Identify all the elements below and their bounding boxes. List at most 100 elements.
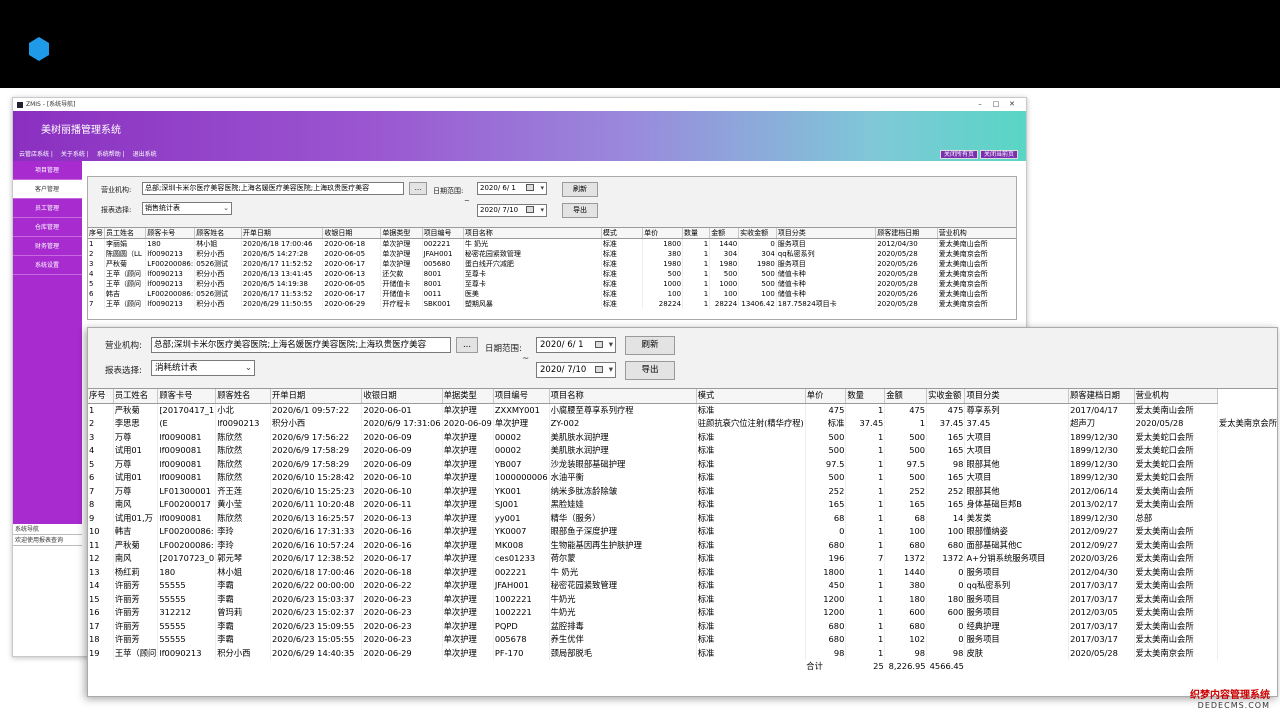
table-row[interactable]: 6 韩吉 LF00200086: 0526测试 2020/6/17 11:53:52 20… [88, 289, 1016, 299]
report-select[interactable]: 消耗统计表 ⌄ [151, 360, 255, 376]
menu-exit[interactable]: 退出系统 [133, 151, 157, 158]
column-header[interactable]: 开单日期 [270, 389, 363, 404]
maximize-icon[interactable]: □ [988, 98, 1004, 111]
column-header[interactable]: 数量 [845, 389, 886, 404]
column-header[interactable]: 模式 [601, 228, 644, 239]
minimize-icon[interactable]: – [972, 98, 988, 111]
column-header[interactable]: 顾客卡号 [157, 389, 217, 404]
org-browse-button[interactable]: ... [456, 337, 478, 353]
table-row[interactable]: 2 李思思 (E lf0090213 积分小西 2020/6/9 17:31:06 2020… [88, 417, 1277, 431]
table-row[interactable]: 11 严秋菊 LF00200086: 李玲 2020/6/16 10:57:24 2020… [88, 538, 1277, 552]
table-row[interactable]: 3 严秋菊 LF00200086: 0526测试 2020/6/17 11:52:52 2… [88, 259, 1016, 269]
sidebar-item-settings[interactable]: 系统设置 [13, 256, 82, 275]
table-cell: 500 [642, 269, 684, 279]
table-row[interactable]: 2 陈圆圆（LL lf0090213 积分小西 2020/6/5 14:27:28 202… [88, 249, 1016, 259]
sidebar-item-finance[interactable]: 财务管理 [13, 237, 82, 256]
column-header[interactable]: 顾客建档日期 [875, 228, 938, 239]
table-row[interactable]: 6 试用01 lf0090081 陈欣然 2020/6/10 15:28:42 2020-… [88, 471, 1277, 485]
report-select-label: 报表选择: [105, 366, 142, 376]
column-header[interactable]: 单价 [642, 228, 684, 239]
table-row[interactable]: 1 严秋菊 [20170417_1 小北 2020/6/1 09:57:22 2020-0… [88, 403, 1277, 417]
column-header[interactable]: 营业机构 [1134, 389, 1218, 404]
close-all-pages-button[interactable]: 关闭所有页 [939, 150, 978, 159]
column-header[interactable]: 顾客建档日期 [1068, 389, 1135, 404]
table-cell: 积分小西 [194, 249, 242, 259]
report-select[interactable]: 销售统计表 ⌄ [142, 202, 232, 215]
column-header[interactable]: 项目编号 [493, 389, 550, 404]
table-cell: 2020-06-01 [361, 403, 443, 417]
column-header[interactable]: 员工姓名 [113, 389, 159, 404]
table-row[interactable]: 15 许丽芳 55555 李霸 2020/6/23 15:03:37 2020-06-23… [88, 592, 1277, 606]
table-row[interactable]: 16 许丽芳 312212 曾玛莉 2020/6/23 15:02:37 2020-06-… [88, 606, 1277, 620]
column-header[interactable]: 项目分类 [776, 228, 877, 239]
export-button[interactable]: 导出 [562, 203, 598, 218]
table-cell: 美肌肤水润护理 [549, 444, 697, 458]
menu-help[interactable]: 系统帮助 [97, 151, 121, 158]
date-from-picker[interactable]: 2020/ 6/ 1 ▾ [536, 337, 616, 353]
sidebar-item-staff[interactable]: 员工管理 [13, 199, 82, 218]
column-header[interactable]: 项目名称 [549, 389, 697, 404]
org-browse-button[interactable]: ... [409, 182, 427, 195]
close-current-page-button[interactable]: 关闭当前页 [979, 150, 1018, 159]
export-button[interactable]: 导出 [625, 361, 675, 380]
column-header[interactable]: 模式 [696, 389, 806, 404]
column-header[interactable]: 收银日期 [361, 389, 443, 404]
column-header[interactable]: 顾客卡号 [145, 228, 196, 239]
table-row[interactable]: 1 李丽娟 180 林小姐 2020/6/18 17:00:46 2020-06-18 单次… [88, 238, 1016, 249]
table-row[interactable]: 13 杨红莉 180 林小姐 2020/6/18 17:00:46 2020-06-18 单… [88, 565, 1277, 579]
column-header[interactable]: 顾客姓名 [194, 228, 242, 239]
column-header[interactable]: 单据类型 [380, 228, 423, 239]
table-cell: 005680 [422, 259, 464, 269]
date-from-picker[interactable]: 2020/ 6/ 1 ▾ [477, 182, 547, 195]
column-header[interactable]: 项目分类 [964, 389, 1070, 404]
org-field[interactable]: 总部;深圳卡米尔医疗美容医院;上海名媛医疗美容医院;上海玖贵医疗美容 [142, 182, 404, 195]
column-header[interactable]: 实收金额 [738, 228, 777, 239]
table-cell: MK008 [493, 538, 550, 552]
column-header[interactable]: 顾客姓名 [215, 389, 271, 404]
table-row[interactable]: 14 许丽芳 55555 李霸 2020/6/22 00:00:00 2020-06-22… [88, 579, 1277, 593]
column-header[interactable]: 实收金额 [926, 389, 966, 404]
column-header[interactable]: 营业机构 [937, 228, 1016, 239]
table-row[interactable]: 17 许丽芳 55555 李霸 2020/6/23 15:09:55 2020-06-23… [88, 619, 1277, 633]
column-header[interactable]: 项目编号 [422, 228, 464, 239]
menu-about[interactable]: 关于系统 [61, 151, 85, 158]
close-icon[interactable]: ✕ [1004, 98, 1020, 111]
column-header[interactable]: 员工姓名 [104, 228, 147, 239]
nav-tab-label[interactable]: 系统导航 [13, 524, 82, 535]
table-row[interactable]: 10 韩吉 LF00200086: 李玲 2020/6/16 17:31:33 2020-… [88, 525, 1277, 539]
column-header[interactable]: 序号 [88, 389, 114, 404]
sidebar-item-customers[interactable]: 客户管理 [13, 180, 82, 199]
sidebar-item-projects[interactable]: 项目管理 [13, 161, 82, 180]
sidebar-item-warehouse[interactable]: 仓库管理 [13, 218, 82, 237]
table-cell: 单次护理 [380, 259, 423, 269]
refresh-button[interactable]: 刷新 [625, 336, 675, 355]
column-header[interactable]: 开单日期 [241, 228, 324, 239]
table-row[interactable]: 7 王苹（顾问 lf0090213 积分小西 2020/6/29 11:50:55 202… [88, 299, 1016, 309]
column-header[interactable]: 数量 [682, 228, 711, 239]
date-to-picker[interactable]: 2020/ 7/10 ▾ [477, 204, 547, 217]
table-row[interactable]: 3 万尊 lf0090081 陈欣然 2020/6/9 17:56:22 2020-06-… [88, 430, 1277, 444]
table-row[interactable]: 19 王苹（顾问 lf0090213 积分小西 2020/6/29 14:40:35 20… [88, 646, 1277, 660]
report-select-value: 消耗统计表 [155, 363, 198, 373]
column-header[interactable]: 金额 [709, 228, 740, 239]
column-header[interactable]: 单据类型 [442, 389, 494, 404]
table-row[interactable]: 5 万尊 lf0090081 陈欣然 2020/6/9 17:58:29 2020-06-… [88, 457, 1277, 471]
table-row[interactable]: 5 王苹（顾问 lf0090213 积分小西 2020/6/5 14:19:38 2020… [88, 279, 1016, 289]
table-row[interactable]: 4 王苹（顾问 lf0090213 积分小西 2020/6/13 13:41:45 202… [88, 269, 1016, 279]
table-row[interactable]: 18 许丽芳 55555 李霸 2020/6/23 15:05:55 2020-06-23… [88, 633, 1277, 647]
table-row[interactable]: 12 南风 [20170723_0 郭元琴 2020/6/17 12:38:52 2020… [88, 552, 1277, 566]
table-cell: qq私密系列 [964, 579, 1070, 593]
date-to-picker[interactable]: 2020/ 7/10 ▾ [536, 362, 616, 378]
menu-store-system[interactable]: 云管店系统 [19, 151, 49, 158]
column-header[interactable]: 金额 [884, 389, 928, 404]
column-header[interactable]: 项目名称 [463, 228, 602, 239]
table-row[interactable]: 4 试用01 lf0090081 陈欣然 2020/6/9 17:58:29 2020-0… [88, 444, 1277, 458]
table-row[interactable]: 8 南风 LF00200017 黄小莹 2020/6/11 10:20:48 2020-0… [88, 498, 1277, 512]
table-row[interactable]: 9 试用01,万 lf0090081 陈欣然 2020/6/13 16:25:57 202… [88, 511, 1277, 525]
org-field[interactable]: 总部;深圳卡米尔医疗美容医院;上海名媛医疗美容医院;上海玖贵医疗美容 [151, 337, 451, 353]
column-header[interactable]: 序号 [88, 228, 105, 239]
refresh-button[interactable]: 刷新 [562, 182, 598, 197]
column-header[interactable]: 单价 [805, 389, 847, 404]
column-header[interactable]: 收银日期 [322, 228, 382, 239]
table-row[interactable]: 7 万尊 LF01300001 齐王莲 2020/6/10 15:25:23 2020-0… [88, 484, 1277, 498]
